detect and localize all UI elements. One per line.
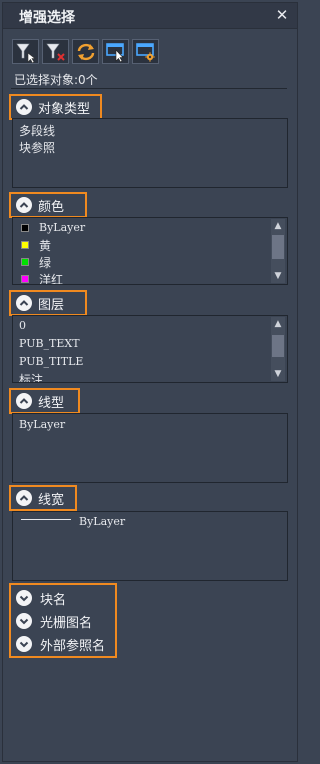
section-header-object-type[interactable]: 对象类型 [9, 94, 102, 120]
chevron-down-icon [16, 590, 32, 606]
list-item[interactable]: 绿 [39, 254, 51, 271]
layer-scrollbar[interactable]: ▲ ▼ [271, 317, 285, 381]
color-scrollbar[interactable]: ▲ ▼ [271, 219, 285, 283]
scroll-thumb[interactable] [272, 335, 284, 357]
section-header-raster-image-name[interactable]: 光栅图名 [16, 611, 92, 631]
object-type-list[interactable]: 多段线 块参照 [12, 118, 288, 188]
chevron-up-icon [16, 490, 32, 506]
scroll-up-icon[interactable]: ▲ [271, 219, 285, 233]
color-swatch [21, 275, 29, 283]
list-item[interactable]: 0 [19, 319, 26, 332]
filter-add-button[interactable] [12, 39, 39, 64]
section-label: 外部参照名 [40, 638, 106, 654]
filter-remove-button[interactable] [42, 39, 69, 64]
section-label: 颜色 [38, 199, 65, 215]
scroll-down-icon[interactable]: ▼ [271, 367, 285, 381]
list-item[interactable]: ByLayer [79, 515, 125, 528]
section-label: 图层 [38, 297, 65, 313]
close-icon[interactable]: ✕ [273, 5, 291, 25]
list-item[interactable]: 块参照 [19, 139, 55, 156]
refresh-icon [77, 43, 95, 61]
color-swatch [21, 258, 29, 266]
divider [11, 88, 287, 89]
toolbar [12, 39, 159, 67]
section-label: 线型 [38, 395, 65, 411]
linetype-list[interactable]: ByLayer [12, 413, 288, 483]
section-header-linetype[interactable]: 线型 [9, 388, 80, 414]
filter-remove-icon [46, 43, 65, 61]
list-item[interactable]: 洋红 [39, 271, 63, 284]
section-label: 对象类型 [38, 101, 91, 117]
selected-count-text: 已选择对象:0个 [14, 73, 98, 87]
select-cursor-icon [106, 43, 124, 63]
section-header-xref-name[interactable]: 外部参照名 [16, 634, 105, 654]
panel-title: 增强选择 [19, 10, 75, 26]
list-item[interactable]: 标注 [19, 371, 43, 382]
section-header-lineweight[interactable]: 线宽 [9, 485, 77, 511]
section-label: 块名 [40, 592, 67, 608]
scroll-thumb[interactable] [272, 235, 284, 259]
chevron-up-icon [16, 295, 32, 311]
select-objects-button[interactable] [102, 39, 129, 64]
chevron-up-icon [16, 99, 32, 115]
color-swatch [21, 241, 29, 249]
list-item[interactable]: 多段线 [19, 122, 55, 139]
select-settings-icon [136, 43, 155, 62]
section-header-layer[interactable]: 图层 [9, 290, 87, 316]
scroll-up-icon[interactable]: ▲ [271, 317, 285, 331]
lineweight-list[interactable]: ByLayer [12, 511, 288, 581]
chevron-down-icon [16, 613, 32, 629]
chevron-up-icon [16, 197, 32, 213]
chevron-down-icon [16, 636, 32, 652]
title-bar: 增强选择 ✕ [3, 3, 297, 29]
select-settings-button[interactable] [132, 39, 159, 64]
section-label: 线宽 [38, 492, 65, 508]
color-list[interactable]: ByLayer 黄 绿 洋红 ▲ ▼ [12, 217, 288, 285]
section-label: 光栅图名 [40, 615, 93, 631]
list-item[interactable]: PUB_TEXT [19, 337, 80, 350]
collapsed-sections-group: 块名 光栅图名 外部参照名 [9, 583, 117, 658]
layer-list[interactable]: 0 PUB_TEXT PUB_TITLE 标注 ▲ ▼ [12, 315, 288, 383]
list-item[interactable]: 黄 [39, 237, 51, 254]
scroll-down-icon[interactable]: ▼ [271, 269, 285, 283]
list-item[interactable]: ByLayer [39, 221, 85, 234]
chevron-up-icon [16, 393, 32, 409]
color-swatch [21, 224, 29, 232]
filter-add-icon [16, 43, 36, 63]
list-item[interactable]: ByLayer [19, 418, 65, 431]
section-header-color[interactable]: 颜色 [9, 192, 87, 218]
section-header-block-name[interactable]: 块名 [16, 588, 66, 608]
lineweight-sample [21, 519, 71, 520]
refresh-button[interactable] [72, 39, 99, 64]
list-item[interactable]: PUB_TITLE [19, 355, 83, 368]
